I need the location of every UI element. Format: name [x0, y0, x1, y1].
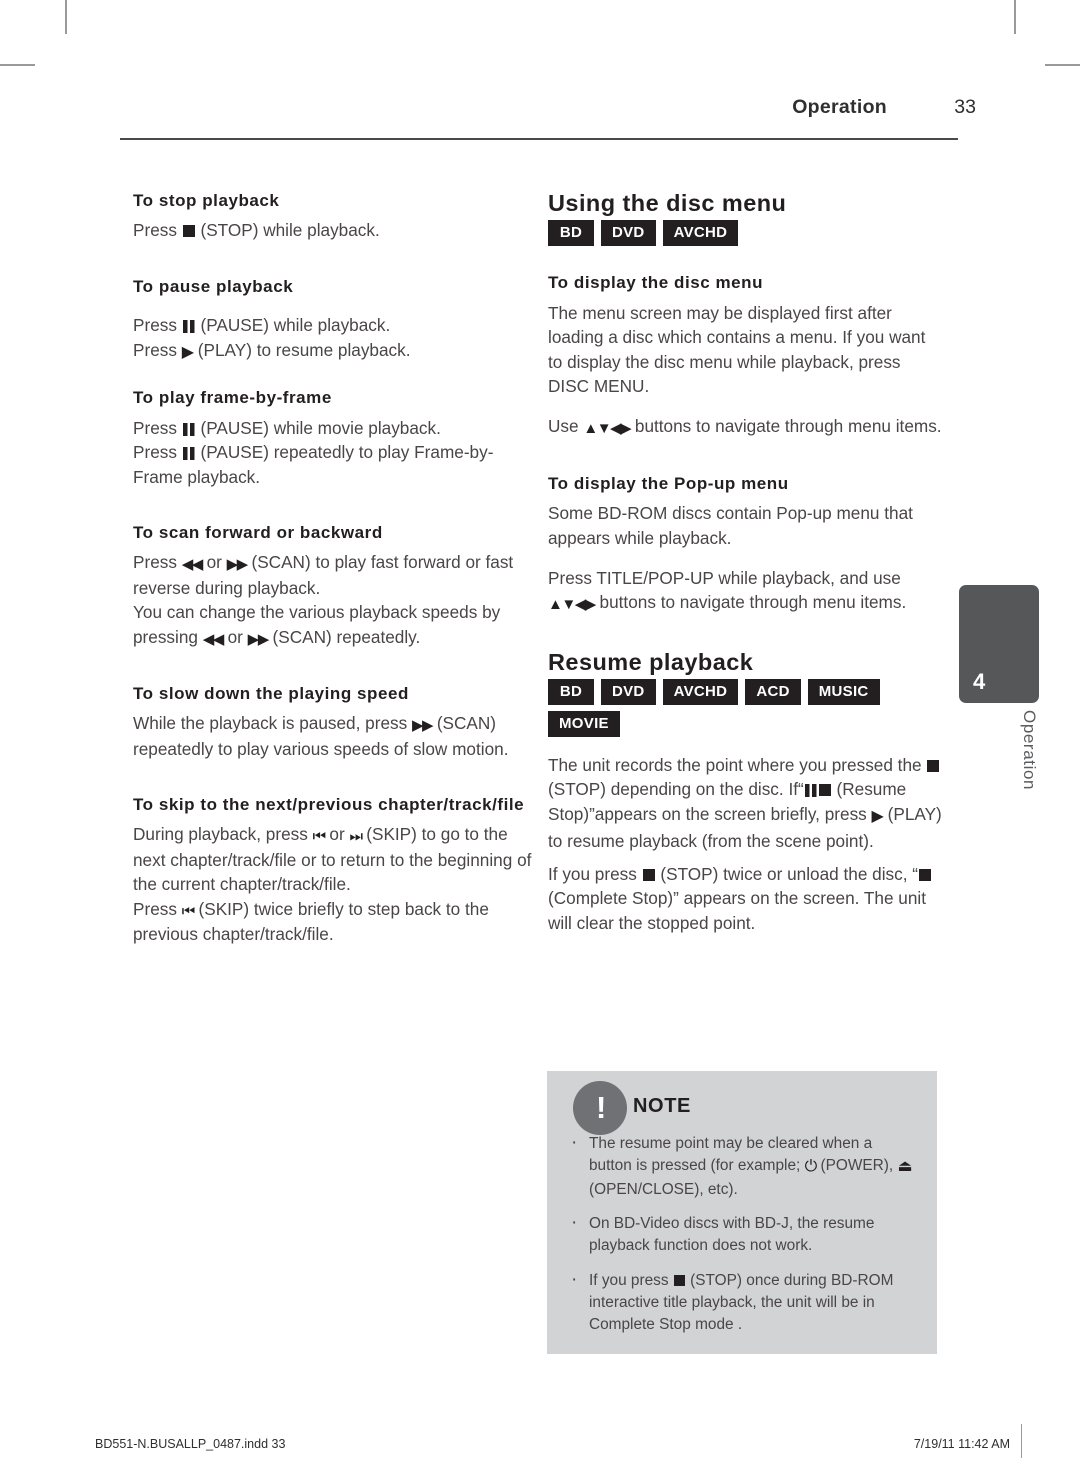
scan-reverse-icon: ◀◀ [181, 556, 204, 574]
footer-crop-mark [1020, 1424, 1022, 1458]
crop-mark-top-left [65, 0, 67, 34]
badge-music: MUSIC [807, 678, 880, 705]
paragraph-frame-repeat: Press (PAUSE) repeatedly to play Frame-b… [133, 442, 494, 487]
footer-timestamp: 7/19/11 11:42 AM [913, 1437, 1010, 1451]
scan-forward-icon: ▶▶ [247, 630, 270, 648]
footer-file-name: BD551-N.BUSALLP_0487.indd 33 [95, 1437, 286, 1451]
paragraph-scan-1: Press ◀◀ or ▶▶ (SCAN) to play fast forwa… [133, 552, 514, 598]
badge-bd: BD [548, 678, 594, 705]
stop-icon [919, 868, 931, 881]
paragraph-disc-menu-2: Use ▲▼◀▶ buttons to navigate through men… [548, 414, 944, 439]
paragraph-pause-playback: Press (PAUSE) while playback. [133, 315, 391, 336]
paragraph-slow-motion: While the playback is paused, press ▶▶ (… [133, 713, 509, 759]
badge-dvd: DVD [601, 220, 656, 247]
stop-icon [927, 759, 940, 772]
paragraph-resume-playback: Press ▶ (PLAY) to resume playback. [133, 338, 533, 365]
scan-forward-icon: ▶▶ [226, 556, 249, 574]
paragraph-skip-1: During playback, press ⏮ or ⏭ (SKIP) to … [133, 824, 532, 895]
stop-icon [818, 784, 831, 797]
disc-menu-badge-list: BD DVD AVCHD [548, 220, 888, 247]
pause-icon [182, 422, 195, 436]
page-header: Operation 33 [120, 96, 1020, 142]
badge-avchd: AVCHD [662, 678, 739, 705]
header-divider [120, 138, 958, 140]
badge-avchd: AVCHD [662, 220, 739, 247]
paragraph-skip-2: Press ⏮ (SKIP) twice briefly to step bac… [133, 898, 489, 944]
section-title-resume-playback: Resume playback [548, 648, 754, 675]
play-icon: ▶ [181, 343, 194, 361]
right-column: Using the disc menu BD DVD AVCHD To disp… [548, 190, 944, 942]
stop-icon [673, 1275, 685, 1287]
note-title: NOTE [633, 1095, 691, 1117]
paragraph-resume-1: The unit records the point where you pre… [548, 754, 942, 851]
heading-to-pause-playback: To pause playback [133, 276, 294, 296]
exclamation-glyph: ! [596, 1090, 607, 1125]
paragraph-resume-2: If you press (STOP) twice or unload the … [548, 862, 944, 935]
pause-icon [804, 784, 817, 798]
left-column: To stop playback Press (STOP) while play… [133, 190, 533, 953]
heading-to-display-the-pop-up-menu: To display the Pop-up menu [548, 473, 789, 493]
power-icon: ⏻ [804, 1157, 818, 1175]
section-title-using-the-disc-menu: Using the disc menu [548, 190, 787, 216]
scan-reverse-icon: ◀◀ [202, 630, 225, 648]
skip-previous-icon: ⏮ [181, 902, 196, 920]
scan-forward-icon: ▶▶ [411, 717, 434, 735]
header-section-title: Operation [792, 96, 887, 118]
stop-icon [182, 225, 195, 238]
paragraph-pop-up-2: Press TITLE/POP-UP while playback, and u… [548, 566, 944, 616]
heading-to-stop-playback: To stop playback [133, 191, 280, 210]
play-icon: ▶ [871, 807, 884, 825]
header-page-number: 33 [954, 96, 976, 118]
crop-mark-left-top [0, 64, 35, 66]
open-close-icon: ⏏ [897, 1157, 912, 1175]
paragraph-pop-up-1: Some BD-ROM discs contain Pop-up menu th… [548, 503, 913, 548]
dpad-arrows-icon: ▲▼◀▶ [583, 420, 631, 438]
paragraph-frame-pause: Press (PAUSE) while movie playback. [133, 417, 441, 438]
badge-dvd: DVD [601, 678, 656, 705]
badge-movie: MOVIE [548, 710, 620, 737]
pause-icon [182, 447, 195, 461]
heading-to-display-the-disc-menu: To display the disc menu [548, 273, 764, 293]
note-item: On BD-Video discs with BD-J, the resume … [567, 1210, 917, 1257]
badge-bd: BD [548, 220, 594, 247]
skip-next-icon: ⏭ [349, 828, 363, 846]
note-item: The resume point may be cleared when a b… [567, 1130, 917, 1200]
chapter-number: 4 [973, 669, 986, 694]
note-header: ! NOTE [567, 1081, 917, 1135]
note-box: ! NOTE The resume point may be cleared w… [547, 1071, 937, 1354]
skip-previous-icon: ⏮ [312, 828, 327, 846]
crop-mark-top-right [1014, 0, 1016, 34]
heading-to-slow-down-playing-speed: To slow down the playing speed [133, 683, 409, 703]
heading-to-skip-chapter: To skip to the next/previous chapter/tra… [133, 795, 525, 815]
heading-to-scan-forward-or-backward: To scan forward or backward [133, 523, 383, 543]
badge-acd: ACD [745, 678, 801, 705]
dpad-arrows-icon: ▲▼◀▶ [548, 596, 596, 614]
note-item: If you press (STOP) once during BD-ROM i… [567, 1267, 917, 1336]
crop-mark-right-top [1045, 64, 1080, 66]
pause-icon [182, 320, 195, 334]
heading-to-play-frame-by-frame: To play frame-by-frame [133, 388, 332, 408]
paragraph-scan-2: You can change the various playback spee… [133, 600, 533, 650]
chapter-side-tab: 4 [959, 585, 1039, 703]
paragraph-stop-playback: Press (STOP) while playback. [133, 220, 380, 241]
paragraph-disc-menu-1: The menu screen may be displayed first a… [548, 302, 926, 396]
note-item-list: The resume point may be cleared when a b… [567, 1130, 917, 1336]
stop-icon [642, 868, 655, 881]
resume-playback-badge-list: BD DVD AVCHD ACD MUSIC MOVIE [548, 678, 888, 737]
manual-page: Operation 33 To stop playback Press (STO… [0, 0, 1080, 1477]
chapter-side-tab-label: Operation [1020, 710, 1039, 791]
